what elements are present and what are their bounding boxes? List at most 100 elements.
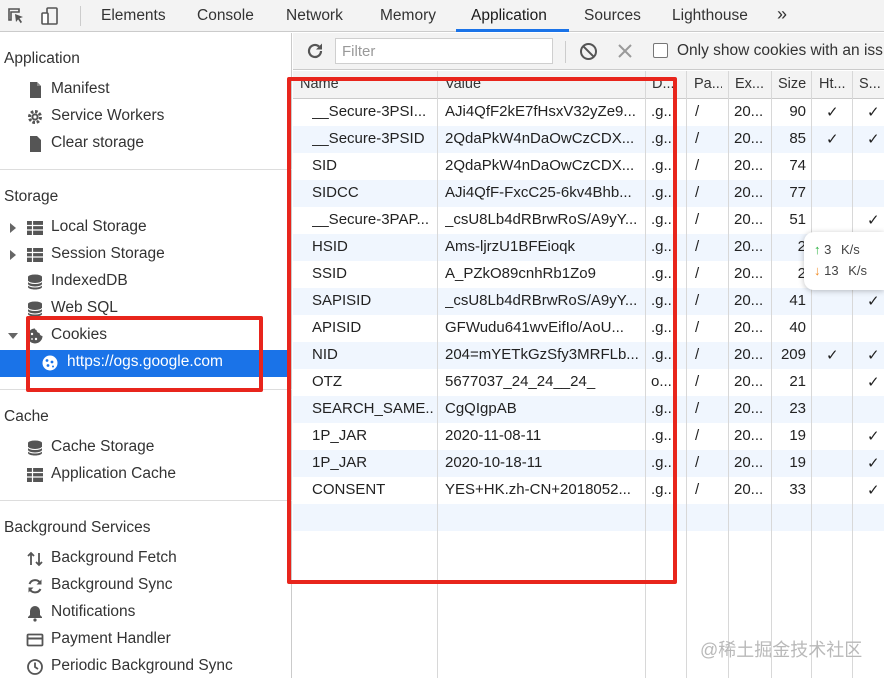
arrow-up-icon: ↑ [814, 242, 821, 257]
cell-size: 19 [789, 427, 806, 444]
cell-domain: .g... [651, 103, 677, 120]
table-row[interactable]: 1P_JAR 2020-10-18-11 .g... / 20... 19 ✓ [293, 450, 884, 477]
table-row[interactable]: SEARCH_SAME... CgQIgpAB .g... / 20... 23 [293, 396, 884, 423]
cell-expires: 20... [734, 157, 764, 174]
cell-path: / [695, 265, 700, 282]
cell-expires: 20... [734, 454, 764, 471]
table-row[interactable]: OTZ 5677037_24_24__24_ o... / 20... 21 ✓ [293, 369, 884, 396]
tab-elements[interactable]: Elements [101, 0, 166, 32]
cell-secure: ✓ [867, 374, 880, 391]
sidebar-item-label: Local Storage [51, 218, 147, 235]
sidebar-item-service-workers[interactable]: Service Workers [0, 104, 291, 131]
sidebar-item-application-cache[interactable]: Application Cache [0, 462, 291, 489]
tab-network[interactable]: Network [286, 0, 343, 32]
card-icon [26, 633, 44, 647]
table-row[interactable]: APISID GFWudu641wvEifIo/AoU... .g... / 20...… [293, 315, 884, 342]
cell-path: / [695, 238, 700, 255]
download-speed: ↓ 13 K/s [814, 263, 867, 278]
table-row[interactable]: HSID Ams-ljrzU1BFEioqk .g... / 20... 2 [293, 234, 884, 261]
sidebar-item-payment-handler[interactable]: Payment Handler [0, 627, 291, 654]
cell-domain: .g... [651, 157, 677, 174]
tab-application[interactable]: Application [471, 0, 547, 32]
cell-value: 5677037_24_24__24_ [445, 373, 596, 390]
sidebar-item-cache-storage[interactable]: Cache Storage [0, 435, 291, 462]
expand-arrow-icon[interactable] [10, 250, 16, 260]
table-row[interactable]: SAPISID _csU8Lb4dRBrwRoS/A9yY... .g... / 20.… [293, 288, 884, 315]
sidebar-item-local-storage[interactable]: Local Storage [0, 215, 291, 242]
cell-name: NID [312, 346, 338, 363]
refresh-icon[interactable] [305, 41, 325, 61]
column-header-httponly[interactable]: Ht... [819, 76, 849, 92]
table-row[interactable]: __Secure-3PSID 2QdaPkW4nDaOwCzCDX... .g...… [293, 126, 884, 153]
sidebar-item-clear-storage[interactable]: Clear storage [0, 131, 291, 158]
only-show-issues-checkbox[interactable] [653, 43, 668, 58]
cell-size: 74 [789, 157, 806, 174]
cell-domain: .g... [651, 184, 677, 201]
cell-domain: .g... [651, 292, 677, 309]
column-header-value[interactable]: Value [445, 76, 640, 92]
table-row[interactable]: SIDCC AJi4QfF-FxcC25-6kv4Bhb... .g... / 20..… [293, 180, 884, 207]
upload-unit: K/s [840, 242, 860, 257]
sidebar-item-cookies[interactable]: Cookies [0, 323, 291, 350]
sidebar-item-background-sync[interactable]: Background Sync [0, 573, 291, 600]
column-divider [852, 71, 853, 678]
cell-size: 85 [789, 130, 806, 147]
table-row [293, 504, 884, 531]
sidebar-item-indexeddb[interactable]: IndexedDB [0, 269, 291, 296]
tab-sources[interactable]: Sources [584, 0, 641, 32]
arrows-updown-icon [27, 551, 43, 567]
column-header-domain[interactable]: D... [652, 76, 676, 92]
sidebar-item-periodic-background-sync[interactable]: Periodic Background Sync [0, 654, 291, 678]
cell-name: SSID [312, 265, 348, 282]
cell-domain: .g... [651, 400, 677, 417]
filter-input[interactable] [335, 38, 553, 64]
cell-size: 209 [780, 346, 806, 363]
tab-console[interactable]: Console [197, 0, 254, 32]
sidebar-item-notifications[interactable]: Notifications [0, 600, 291, 627]
cell-path: / [695, 400, 700, 417]
table-row[interactable]: __Secure-3PSI... AJi4QfF2kE7fHsxV32yZe9..… [293, 99, 884, 126]
sidebar-item-background-fetch[interactable]: Background Fetch [0, 546, 291, 573]
inspect-element-icon[interactable] [6, 6, 26, 26]
bell-icon [28, 606, 42, 622]
sidebar-item-session-storage[interactable]: Session Storage [0, 242, 291, 269]
sidebar-item-cookie-origin[interactable]: https://ogs.google.com [0, 350, 291, 377]
more-tabs-chevron-icon[interactable]: » [777, 4, 787, 25]
cell-value: AJi4QfF-FxcC25-6kv4Bhb... [445, 184, 632, 201]
cell-value: 2QdaPkW4nDaOwCzCDX... [445, 130, 635, 147]
table-row[interactable]: __Secure-3PAP... _csU8Lb4dRBrwRoS/A9yY...… [293, 207, 884, 234]
cell-expires: 20... [734, 265, 764, 282]
table-row[interactable]: NID 204=mYETkGzSfy3MRFLb... .g... / 20... 209… [293, 342, 884, 369]
column-header-path[interactable]: Pa... [694, 76, 722, 92]
device-toolbar-icon[interactable] [40, 6, 60, 26]
cell-expires: 20... [734, 481, 764, 498]
table-row[interactable]: SID 2QdaPkW4nDaOwCzCDX... .g... / 20... 74 [293, 153, 884, 180]
cell-value: 2020-11-08-11 [445, 427, 542, 444]
cell-value: GFWudu641wvEifIo/AoU... [445, 319, 624, 336]
section-divider [0, 500, 292, 501]
table-row[interactable]: 1P_JAR 2020-11-08-11 .g... / 20... 19 ✓ [293, 423, 884, 450]
delete-selected-icon[interactable] [617, 43, 633, 59]
sidebar-item-manifest[interactable]: Manifest [0, 77, 291, 104]
table-row[interactable]: SSID A_PZkO89cnhRb1Zo9 .g... / 20... 2 [293, 261, 884, 288]
cookies-toolbar: Only show cookies with an iss [293, 33, 884, 70]
section-header-cache: Cache [4, 408, 49, 425]
collapse-arrow-icon[interactable] [8, 333, 18, 339]
column-header-expires[interactable]: Ex... [735, 76, 767, 92]
table-row[interactable]: CONSENT YES+HK.zh-CN+2018052... .g... / 20..… [293, 477, 884, 504]
tab-memory[interactable]: Memory [380, 0, 436, 32]
column-header-name[interactable]: Name [300, 76, 430, 92]
sidebar-item-label: Background Fetch [51, 549, 177, 566]
cell-size: 33 [789, 481, 806, 498]
download-value: 13 [824, 263, 839, 278]
column-header-size[interactable]: Size [778, 76, 812, 92]
cell-secure: ✓ [867, 212, 880, 229]
cell-path: / [695, 292, 700, 309]
column-header-secure[interactable]: S... [859, 76, 884, 92]
sidebar-item-web-sql[interactable]: Web SQL [0, 296, 291, 323]
expand-arrow-icon[interactable] [10, 223, 16, 233]
clear-all-icon[interactable] [579, 42, 598, 61]
cell-size: 19 [789, 454, 806, 471]
cell-domain: .g... [651, 481, 677, 498]
tab-lighthouse[interactable]: Lighthouse [672, 0, 748, 32]
